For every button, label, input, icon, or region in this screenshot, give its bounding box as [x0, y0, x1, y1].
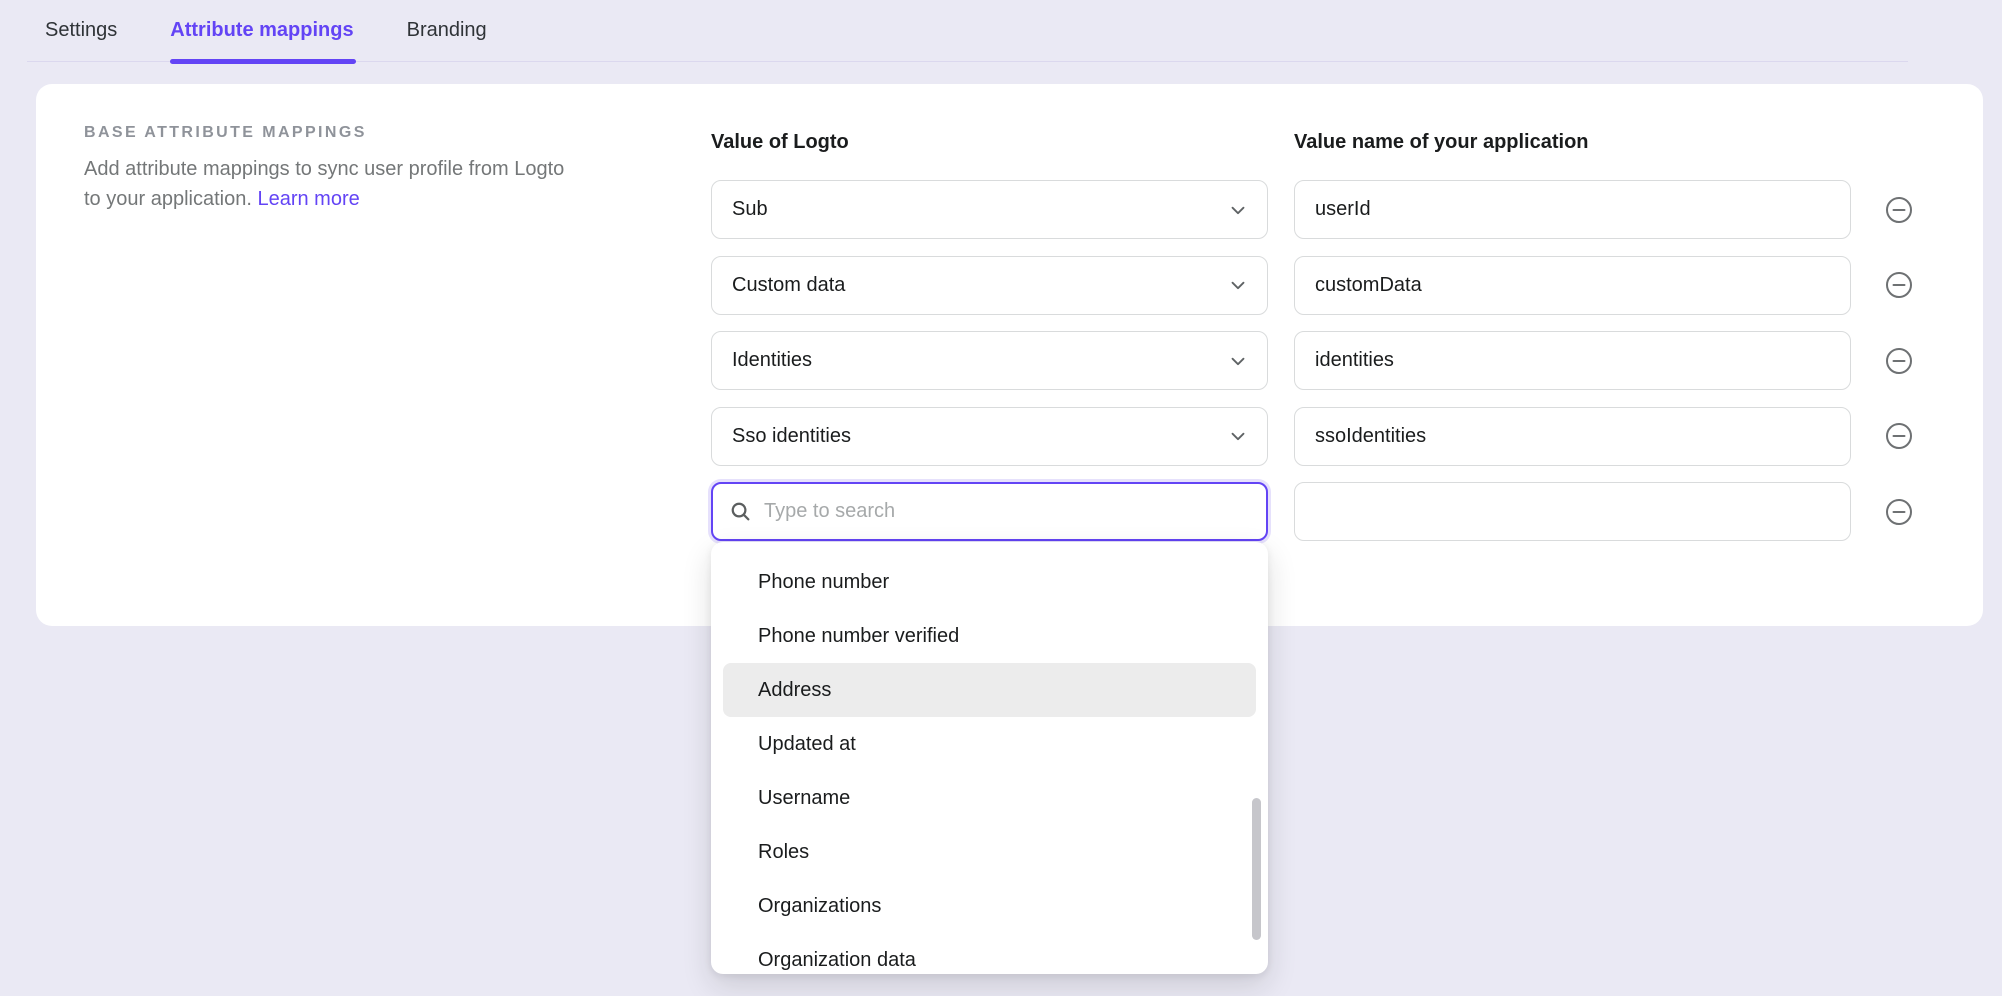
attribute-dropdown-list: Phone number Phone number verified Addre…: [711, 555, 1268, 974]
search-icon: [729, 500, 752, 523]
logto-value-select[interactable]: Custom data: [711, 256, 1268, 315]
new-mapping-row: [711, 482, 1941, 541]
remove-mapping-button[interactable]: [1884, 497, 1914, 527]
dropdown-item[interactable]: Address: [723, 663, 1256, 717]
dropdown-item[interactable]: Organizations: [723, 879, 1256, 933]
column-header-app-value: Value name of your application: [1294, 131, 1589, 154]
dropdown-item[interactable]: Updated at: [723, 717, 1256, 771]
tab-attribute-mappings[interactable]: Attribute mappings: [170, 0, 353, 61]
logto-value-select-label: Custom data: [732, 274, 845, 297]
app-value-input[interactable]: [1294, 331, 1851, 390]
remove-mapping-button[interactable]: [1884, 270, 1914, 300]
chevron-down-icon: [1227, 274, 1249, 296]
app-value-input[interactable]: [1294, 180, 1851, 239]
chevron-down-icon: [1227, 425, 1249, 447]
dropdown-scrollbar-thumb[interactable]: [1252, 798, 1261, 940]
chevron-down-icon: [1227, 350, 1249, 372]
minus-circle-icon: [1885, 196, 1913, 224]
attribute-dropdown: Phone number Phone number verified Addre…: [711, 542, 1268, 974]
chevron-down-icon: [1227, 199, 1249, 221]
logto-value-select-label: Sub: [732, 198, 768, 221]
dropdown-item[interactable]: Organization data: [723, 933, 1256, 974]
app-value-input[interactable]: [1294, 407, 1851, 466]
logto-value-select[interactable]: Sub: [711, 180, 1268, 239]
minus-circle-icon: [1885, 498, 1913, 526]
mapping-row: Sub: [711, 180, 1941, 239]
mapping-rows-wrap: Sub Custom data: [711, 180, 1941, 558]
dropdown-item[interactable]: Phone number: [723, 555, 1256, 609]
attribute-mappings-page: Settings Attribute mappings Branding BAS…: [0, 0, 2002, 996]
tab-bar: Settings Attribute mappings Branding: [27, 0, 1908, 62]
section-description: Add attribute mappings to sync user prof…: [84, 154, 578, 214]
app-value-input-new[interactable]: [1294, 482, 1851, 541]
column-header-logto-value: Value of Logto: [711, 131, 849, 154]
logto-value-select[interactable]: Identities: [711, 331, 1268, 390]
mapping-row: Identities: [711, 331, 1941, 390]
remove-mapping-button[interactable]: [1884, 421, 1914, 451]
remove-mapping-button[interactable]: [1884, 195, 1914, 225]
minus-circle-icon: [1885, 422, 1913, 450]
remove-mapping-button[interactable]: [1884, 346, 1914, 376]
tab-settings[interactable]: Settings: [45, 0, 117, 61]
learn-more-link[interactable]: Learn more: [257, 188, 359, 210]
logto-value-select[interactable]: Sso identities: [711, 407, 1268, 466]
dropdown-item[interactable]: Username: [723, 771, 1256, 825]
minus-circle-icon: [1885, 271, 1913, 299]
tab-branding[interactable]: Branding: [407, 0, 487, 61]
section-title: BASE ATTRIBUTE MAPPINGS: [84, 124, 367, 142]
mapping-row: Custom data: [711, 256, 1941, 315]
logto-value-select-label: Identities: [732, 349, 812, 372]
logto-value-select-label: Sso identities: [732, 425, 851, 448]
attribute-search-combobox[interactable]: [711, 482, 1268, 541]
attribute-search-input[interactable]: [764, 500, 1252, 523]
dropdown-item[interactable]: Phone number verified: [723, 609, 1256, 663]
mapping-rows: Sub Custom data: [711, 180, 1941, 466]
dropdown-item[interactable]: Roles: [723, 825, 1256, 879]
minus-circle-icon: [1885, 347, 1913, 375]
mapping-row: Sso identities: [711, 407, 1941, 466]
app-value-input[interactable]: [1294, 256, 1851, 315]
